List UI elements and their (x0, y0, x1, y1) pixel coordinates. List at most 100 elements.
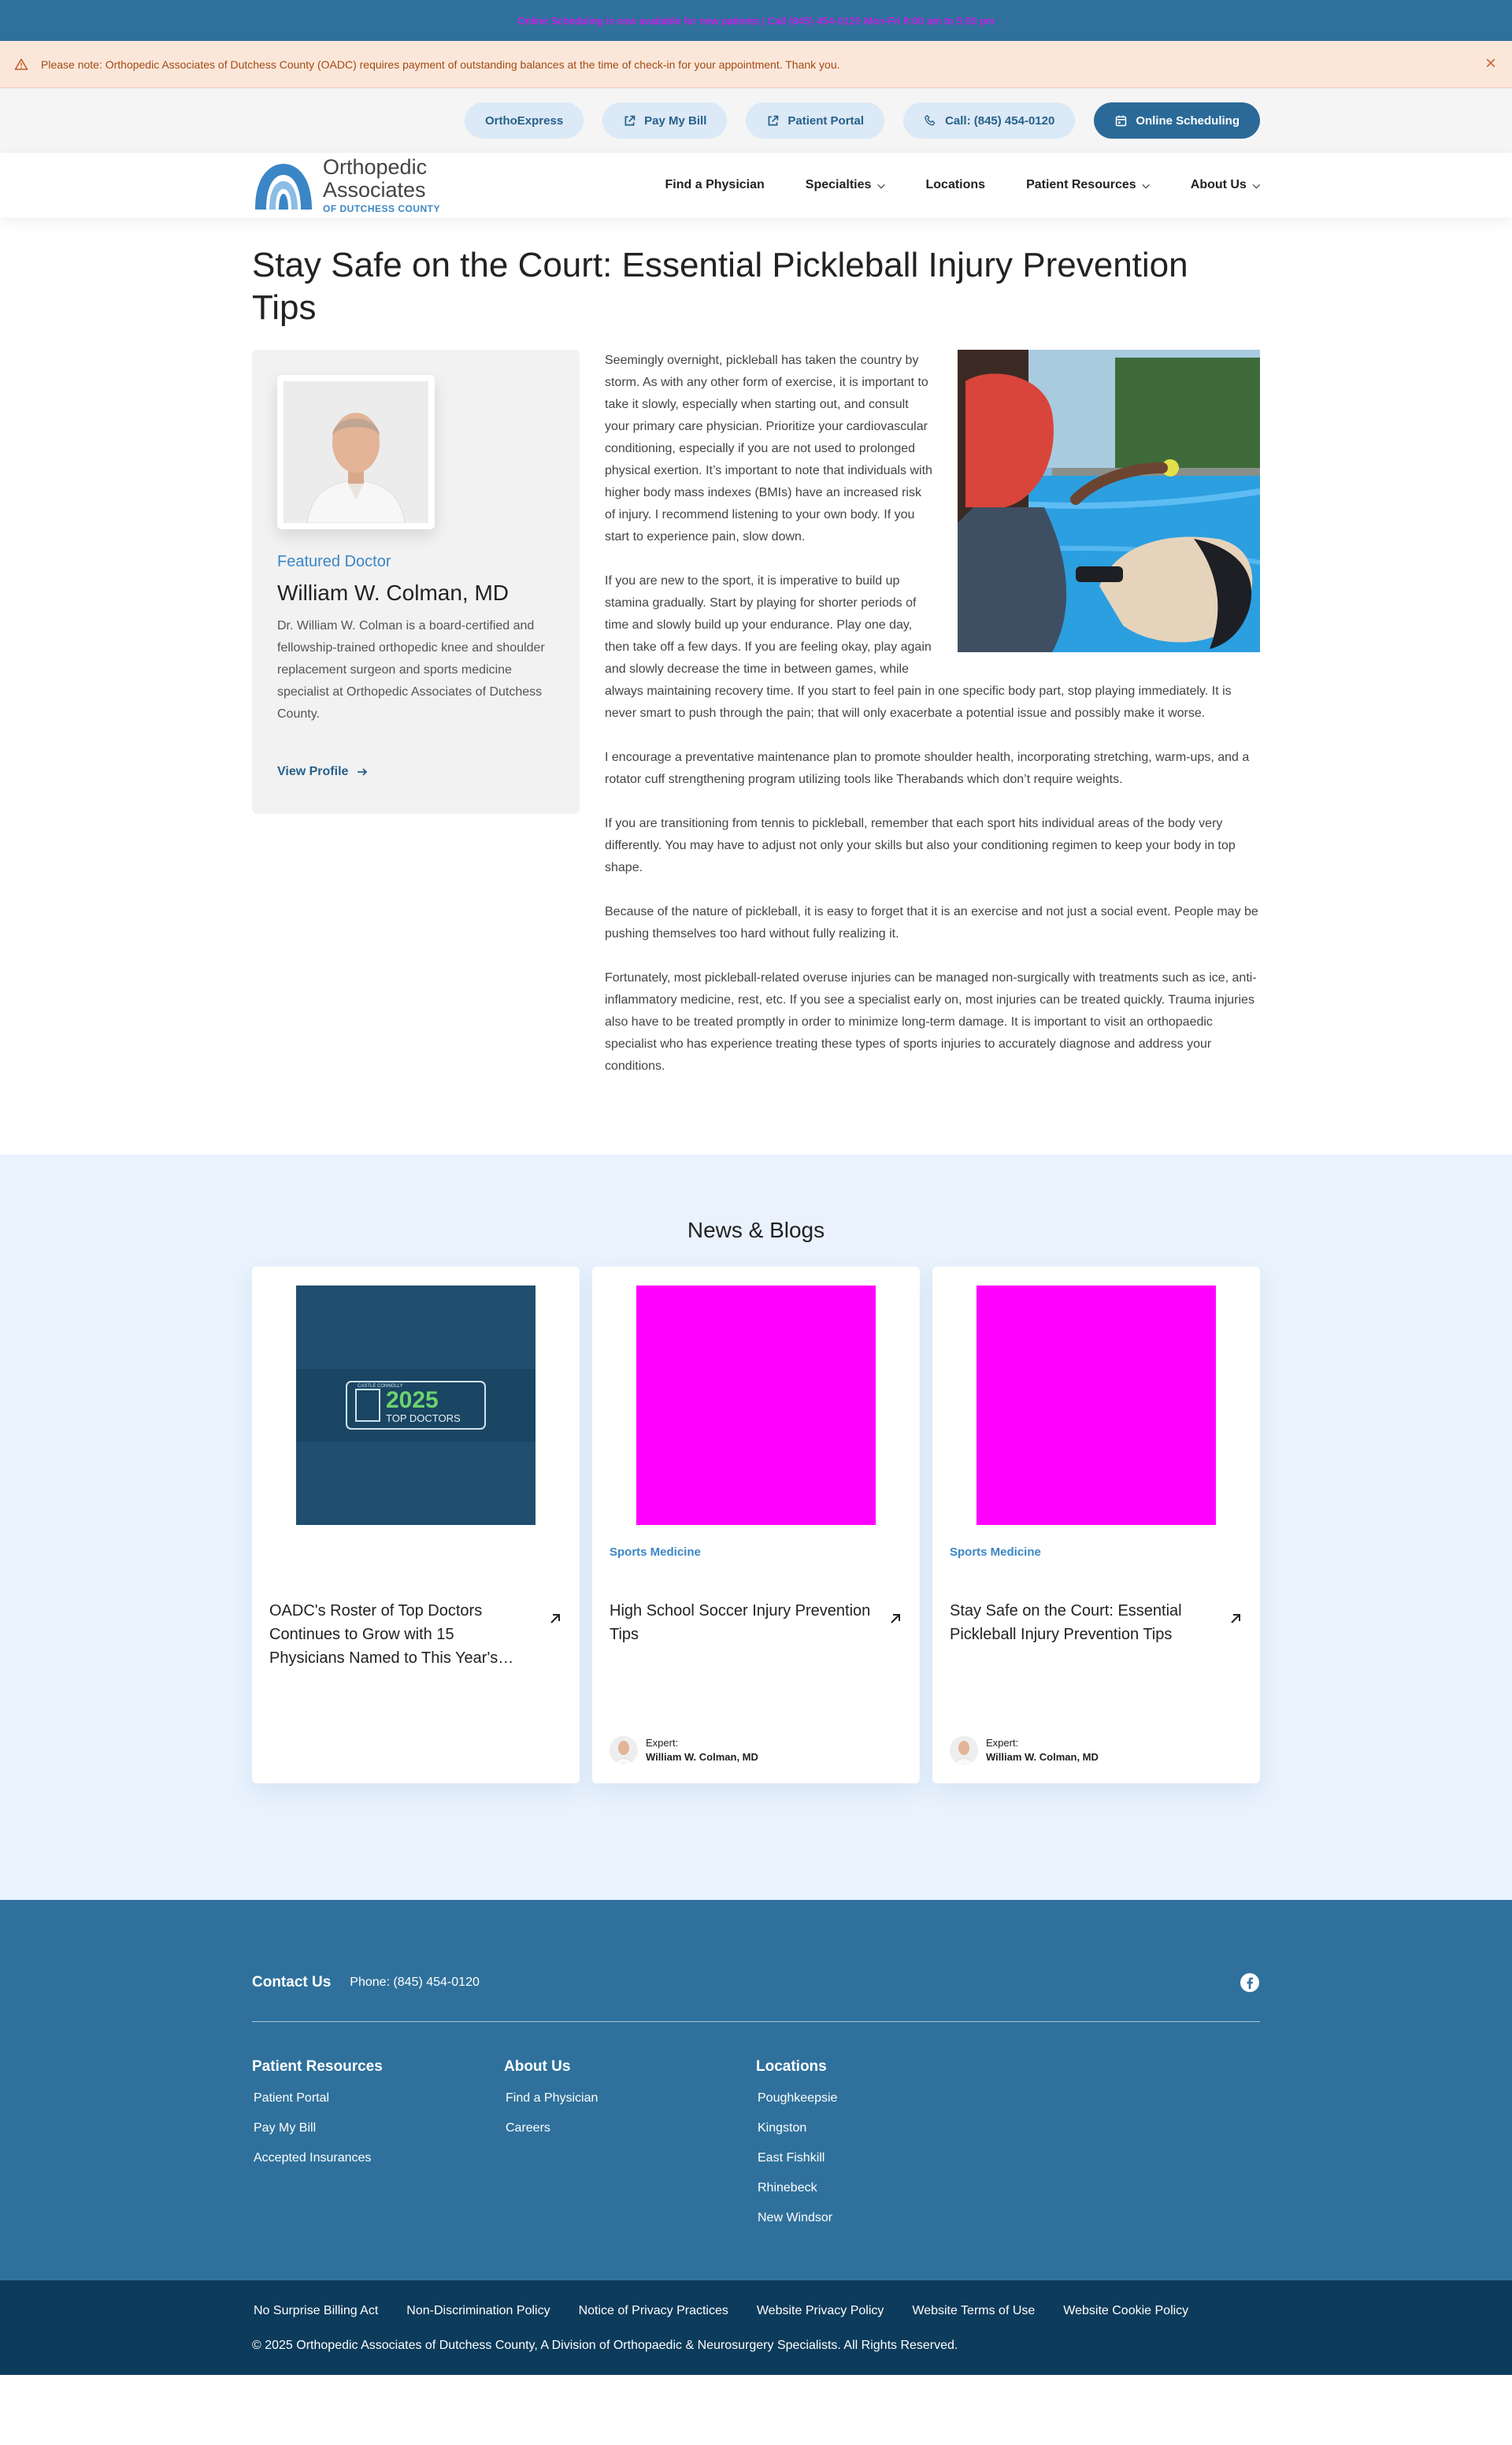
legal-links: No Surprise Billing Act Non-Discriminati… (252, 2304, 1260, 2318)
close-icon[interactable]: × (1482, 54, 1499, 73)
nav-item-label: Specialties (805, 178, 872, 191)
article-paragraph: Because of the nature of pickleball, it … (605, 905, 1258, 941)
calendar-icon (1116, 115, 1127, 126)
pay-my-bill-button[interactable]: Pay My Bill (602, 102, 728, 139)
nav-item-patient-resources[interactable]: Patient Resources ⌵ (1026, 178, 1150, 192)
article-paragraph: I encourage a preventative maintenance p… (605, 751, 1250, 786)
logo-arch-icon (255, 164, 312, 210)
news-card-title-text: Stay Safe on the Court: Essential Pickle… (950, 1602, 1182, 1643)
article-columns: Featured Doctor William W. Colman, MD Dr… (252, 350, 1260, 1100)
footer-column-patient-resources: Patient Resources Patient Portal Pay My … (252, 2058, 504, 2241)
footer-column-heading: About Us (504, 2058, 571, 2075)
expert-name: William W. Colman, MD (646, 1751, 758, 1763)
article-paragraph: Fortunately, most pickleball-related ove… (605, 971, 1257, 1073)
expert-label: Expert: (986, 1737, 1019, 1749)
legal-link[interactable]: Website Terms of Use (912, 2304, 1035, 2318)
footer-link[interactable]: Careers (504, 2121, 756, 2135)
arrow-up-right-icon (1231, 1614, 1240, 1623)
footer-link[interactable]: East Fishkill (756, 2151, 1008, 2165)
doctor-photo (284, 381, 428, 523)
article-section: Stay Safe on the Court: Essential Pickle… (0, 217, 1512, 1100)
news-card-image (636, 1286, 876, 1525)
footer-contact-row: Contact Us Phone: (845) 454-0120 (252, 1971, 1260, 1994)
footer-link[interactable]: Accepted Insurances (252, 2151, 504, 2165)
news-card-title: OADC's Roster of Top Doctors Continues t… (269, 1599, 562, 1670)
online-scheduling-label: Online Scheduling (1136, 113, 1240, 128)
nav-menu: Find a Physician Specialties ⌵ Locations … (665, 178, 1260, 192)
orthoexpress-button[interactable]: OrthoExpress (464, 102, 584, 139)
announcement-bar: Online Scheduling is now available for n… (0, 0, 1512, 41)
news-card[interactable]: Sports Medicine Stay Safe on the Court: … (932, 1267, 1260, 1783)
call-label: Call: (845) 454-0120 (945, 113, 1055, 128)
arrow-up-right-icon (891, 1614, 900, 1623)
news-card-title-text: OADC's Roster of Top Doctors Continues t… (269, 1602, 514, 1667)
footer-column-locations: Locations Poughkeepsie Kingston East Fis… (756, 2058, 1008, 2241)
nav-item-label: Locations (925, 178, 986, 191)
news-blogs-section: News & Blogs CASTLE CONNOLLY 2025 TOP DO… (0, 1155, 1512, 1900)
copyright-text: © 2025 Orthopedic Associates of Dutchess… (252, 2339, 958, 2352)
news-card[interactable]: CASTLE CONNOLLY 2025 TOP DOCTORS OADC's … (252, 1267, 580, 1783)
news-card[interactable]: Sports Medicine High School Soccer Injur… (592, 1267, 920, 1783)
footer-column-heading: Locations (756, 2058, 827, 2075)
avatar (950, 1736, 978, 1764)
footer-column-heading: Patient Resources (252, 2058, 383, 2075)
footer-link[interactable]: Kingston (756, 2121, 1008, 2135)
nav-item-find-a-physician[interactable]: Find a Physician (665, 178, 765, 192)
footer-link[interactable]: Rhinebeck (756, 2181, 1008, 2195)
nav-item-specialties[interactable]: Specialties ⌵ (806, 178, 885, 192)
footer-phone[interactable]: Phone: (845) 454-0120 (350, 1976, 480, 1990)
call-button[interactable]: Call: (845) 454-0120 (903, 102, 1076, 139)
logo-line-2: Associates (323, 178, 426, 202)
featured-doctor-card: Featured Doctor William W. Colman, MD Dr… (252, 350, 580, 814)
news-card-image (976, 1286, 1216, 1525)
patient-portal-button[interactable]: Patient Portal (746, 102, 885, 139)
legal-link[interactable]: Notice of Privacy Practices (579, 2304, 728, 2318)
footer-link[interactable]: Patient Portal (252, 2091, 504, 2106)
article-paragraph: If you are transitioning from tennis to … (605, 817, 1236, 874)
site-logo[interactable]: Orthopedic Associates OF DUTCHESS COUNTY (252, 157, 440, 213)
utility-bar: OrthoExpress Pay My Bill Patient Portal … (0, 88, 1512, 153)
page-title: Stay Safe on the Court: Essential Pickle… (252, 246, 1188, 327)
external-link-icon (768, 115, 779, 125)
news-card-title: Stay Safe on the Court: Essential Pickle… (950, 1599, 1243, 1646)
footer-link[interactable]: Poughkeepsie (756, 2091, 1008, 2106)
doctor-name: William W. Colman, MD (277, 581, 510, 605)
patient-portal-label: Patient Portal (788, 113, 865, 128)
nav-item-label: About Us (1190, 178, 1247, 191)
legal-bar: No Surprise Billing Act Non-Discriminati… (0, 2280, 1512, 2375)
arrow-up-right-icon (550, 1614, 560, 1623)
logo-line-3: OF DUTCHESS COUNTY (323, 203, 441, 214)
expert-name: William W. Colman, MD (986, 1751, 1099, 1763)
badge-year: 2025 (386, 1387, 439, 1413)
footer-link[interactable]: Find a Physician (504, 2091, 756, 2106)
footer-link[interactable]: Pay My Bill (252, 2121, 504, 2135)
nav-item-locations[interactable]: Locations (926, 178, 986, 192)
legal-link[interactable]: Website Privacy Policy (757, 2304, 884, 2318)
online-scheduling-button[interactable]: Online Scheduling (1094, 102, 1260, 139)
nav-item-about-us[interactable]: About Us ⌵ (1191, 178, 1260, 192)
facebook-icon[interactable] (1240, 1972, 1260, 1993)
avatar (610, 1736, 638, 1764)
news-card-tag: Sports Medicine (610, 1545, 701, 1559)
footer-link[interactable]: New Windsor (756, 2211, 1008, 2225)
view-profile-link[interactable]: View Profile (277, 765, 554, 779)
news-card-tag: Sports Medicine (950, 1545, 1041, 1559)
nav-item-label: Find a Physician (665, 178, 765, 191)
pay-my-bill-label: Pay My Bill (644, 113, 707, 128)
news-card-expert: Expert: William W. Colman, MD (950, 1736, 1099, 1764)
legal-link[interactable]: Non-Discrimination Policy (406, 2304, 550, 2318)
contact-us-label: Contact Us (252, 1974, 332, 1991)
featured-doctor-label: Featured Doctor (277, 553, 391, 570)
featured-doctor-sidebar: Featured Doctor William W. Colman, MD Dr… (252, 350, 580, 1100)
footer-columns: Patient Resources Patient Portal Pay My … (252, 2058, 1260, 2241)
site-footer: Contact Us Phone: (845) 454-0120 Patient… (0, 1900, 1512, 2280)
chevron-down-icon: ⌵ (1142, 179, 1150, 191)
news-card-expert: Expert: William W. Colman, MD (610, 1736, 758, 1764)
news-cards: CASTLE CONNOLLY 2025 TOP DOCTORS OADC's … (252, 1267, 1260, 1783)
legal-link[interactable]: No Surprise Billing Act (254, 2304, 378, 2318)
main-navigation: Orthopedic Associates OF DUTCHESS COUNTY… (0, 153, 1512, 217)
notice-message: Please note: Orthopedic Associates of Du… (41, 58, 840, 71)
logo-line-1: Orthopedic (323, 155, 428, 179)
legal-link[interactable]: Website Cookie Policy (1063, 2304, 1188, 2318)
expert-label: Expert: (646, 1737, 679, 1749)
